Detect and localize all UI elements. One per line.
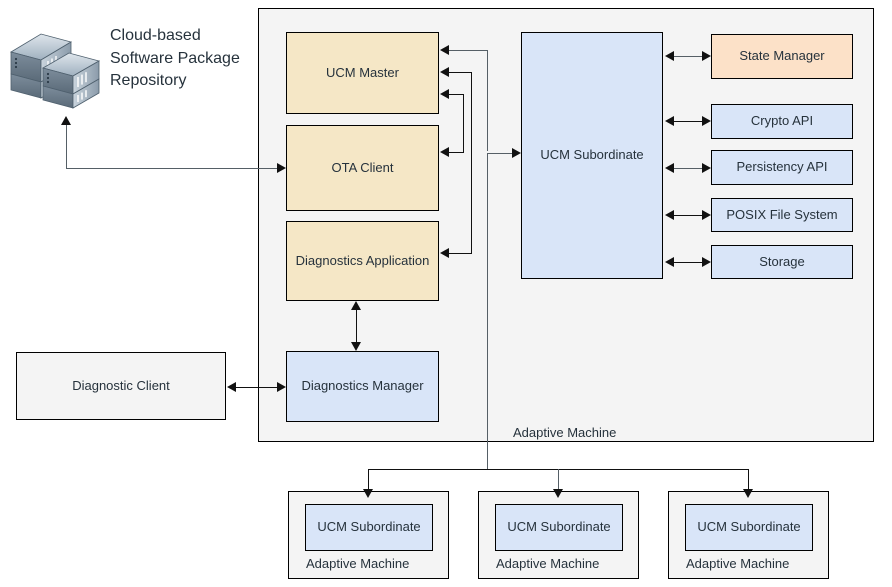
remote-machine-3-label: Adaptive Machine: [686, 556, 790, 571]
ucm-subordinate-arrowhead-storage: [665, 257, 674, 267]
repo-connector-arrowhead-up: [61, 116, 71, 125]
subordinate-to-master-vertical: [487, 50, 488, 151]
repo-connector-vertical: [66, 125, 67, 168]
master-loop-horizontal-bottom: [448, 152, 464, 153]
ota-to-diagnostics-vertical: [471, 72, 472, 254]
ota-client-box[interactable]: OTA Client: [286, 125, 439, 211]
remote-machine-3-node-label: UCM Subordinate: [697, 519, 801, 535]
ota-client-label: OTA Client: [331, 159, 394, 175]
remote-machine-1-ucm-subordinate-box[interactable]: UCM Subordinate: [305, 504, 433, 551]
ota-client-inbound-arrowhead: [277, 163, 286, 173]
adaptive-machine-label: Adaptive Machine: [513, 425, 617, 440]
ucm-subordinate-arrowhead-crypto-api: [665, 116, 674, 126]
master-loop-horizontal-top: [448, 94, 464, 95]
repository-caption: Cloud-based Software Package Repository: [110, 27, 240, 90]
posix-file-system-box[interactable]: POSIX File System: [711, 198, 853, 232]
posix-file-system-label: POSIX File System: [726, 206, 838, 222]
remote-branch-drop-3: [748, 469, 749, 490]
ota-to-master-horizontal-bottom: [448, 253, 472, 254]
ucm-master-inbound-arrowhead-1: [440, 45, 449, 55]
posix-file-system-connector-line: [673, 215, 702, 216]
ucm-subordinate-box[interactable]: UCM Subordinate: [521, 32, 663, 279]
crypto-api-inbound-arrowhead: [702, 116, 711, 126]
subordinate-to-master-horizontal: [448, 50, 488, 51]
diagnostics-application-label: Diagnostics Application: [295, 252, 430, 268]
ucm-subordinate-arrowhead-state-manager: [665, 51, 674, 61]
server-stack-icon: [8, 28, 108, 110]
ucm-master-label: UCM Master: [326, 64, 399, 80]
diagnostics-manager-box[interactable]: Diagnostics Manager: [286, 351, 439, 422]
diagnostics-manager-inbound-arrowhead-left: [277, 382, 286, 392]
apps-to-subordinate-horizontal: [487, 153, 513, 154]
persistency-api-box[interactable]: Persistency API: [711, 150, 853, 185]
crypto-api-label: Crypto API: [750, 113, 814, 129]
persistency-api-inbound-arrowhead: [702, 163, 711, 173]
remote-machine-2-arrowhead: [553, 489, 563, 498]
remote-machine-1-node-label: UCM Subordinate: [317, 519, 421, 535]
diagnostics-manager-inbound-arrowhead-top: [351, 342, 361, 351]
diagnostics-application-inbound-arrowhead: [440, 248, 449, 258]
diagnostics-application-box[interactable]: Diagnostics Application: [286, 221, 439, 301]
ucm-master-inbound-arrowhead-2: [440, 67, 449, 77]
persistency-api-label: Persistency API: [736, 159, 828, 175]
remote-machine-3-ucm-subordinate-box[interactable]: UCM Subordinate: [685, 504, 813, 551]
ucm-subordinate-label: UCM Subordinate: [540, 147, 644, 163]
subordinate-downlink-vertical: [487, 153, 488, 469]
remote-machine-1-arrowhead: [363, 489, 373, 498]
ucm-subordinate-arrowhead-persistency-api: [665, 163, 674, 173]
diagram-canvas: Cloud-based Software Package Repository …: [0, 0, 892, 587]
state-manager-connector-line: [673, 56, 702, 57]
ucm-subordinate-inbound-arrowhead: [512, 148, 521, 158]
remote-branch-drop-2: [558, 469, 559, 490]
storage-inbound-arrowhead: [702, 257, 711, 267]
storage-label: Storage: [759, 253, 805, 269]
storage-connector-line: [673, 262, 702, 263]
remote-machine-2-ucm-subordinate-box[interactable]: UCM Subordinate: [495, 504, 623, 551]
diagnostic-client-label: Diagnostic Client: [72, 377, 170, 393]
master-loop-vertical: [463, 94, 464, 152]
diagnostic-client-box[interactable]: Diagnostic Client: [16, 352, 226, 420]
crypto-api-connector-line: [673, 121, 702, 122]
state-manager-inbound-arrowhead: [702, 51, 711, 61]
diagnostic-client-manager-hline: [235, 387, 277, 388]
repo-connector-horizontal: [66, 168, 277, 169]
remote-machine-2-node-label: UCM Subordinate: [507, 519, 611, 535]
remote-machine-2-label: Adaptive Machine: [496, 556, 600, 571]
remote-machine-3-arrowhead: [743, 489, 753, 498]
diagnostic-client-inbound-arrowhead: [227, 382, 236, 392]
remote-branch-drop-1: [368, 469, 369, 490]
state-manager-label: State Manager: [739, 48, 825, 64]
diagnostics-app-manager-vline: [356, 310, 357, 343]
state-manager-box[interactable]: State Manager: [711, 34, 853, 79]
ota-to-master-horizontal-top: [448, 72, 472, 73]
diagnostics-manager-label: Diagnostics Manager: [301, 378, 424, 394]
diagnostics-app-inbound-arrowhead-bottom: [351, 301, 361, 310]
crypto-api-box[interactable]: Crypto API: [711, 104, 853, 139]
posix-file-system-inbound-arrowhead: [702, 210, 711, 220]
ucm-master-box[interactable]: UCM Master: [286, 32, 439, 114]
remote-machine-1-label: Adaptive Machine: [306, 556, 410, 571]
ucm-subordinate-arrowhead-posix: [665, 210, 674, 220]
ota-client-inbound-arrowhead-right: [440, 147, 449, 157]
storage-box[interactable]: Storage: [711, 245, 853, 279]
ucm-master-inbound-arrowhead-3: [440, 89, 449, 99]
persistency-api-connector-line: [673, 168, 702, 169]
